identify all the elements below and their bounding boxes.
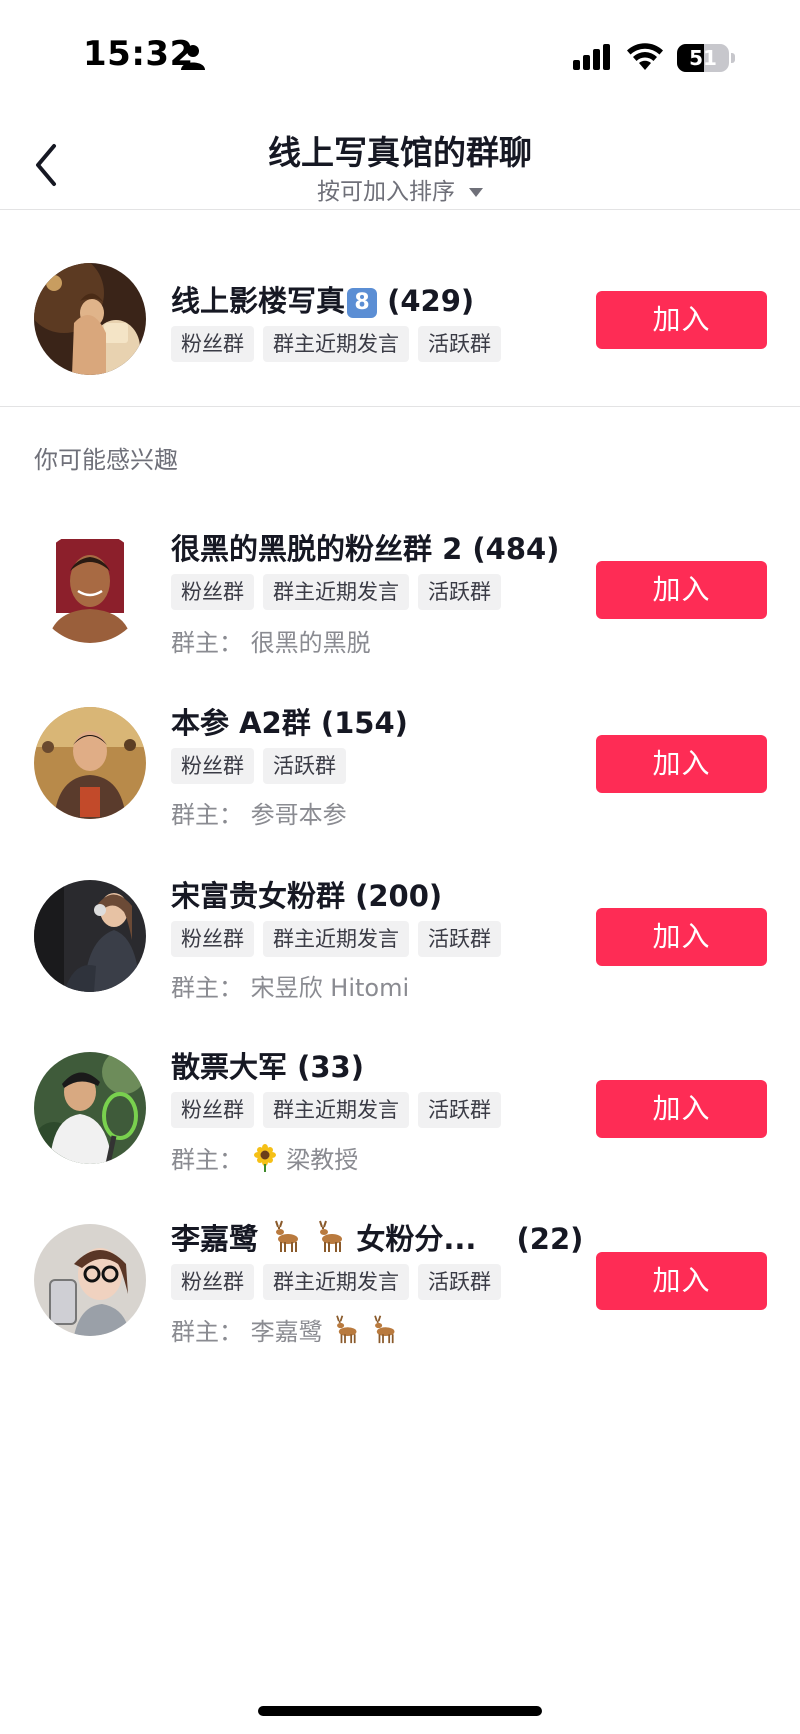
tag: 粉丝群 [171,921,254,957]
join-button[interactable]: 加入 [596,1080,767,1138]
tag-list: 粉丝群 群主近期发言 活跃群 [171,921,501,957]
join-button[interactable]: 加入 [596,735,767,793]
tag: 粉丝群 [171,326,254,362]
deer-icon [336,1315,357,1344]
avatar [34,880,146,992]
battery-level: 51 [689,46,717,70]
status-bar: 15:32 51 [0,0,800,110]
sunflower-icon [253,1144,276,1172]
battery-icon: 51 [677,44,735,72]
list-item[interactable]: 宋富贵女粉群 (200) 粉丝群 群主近期发言 活跃群 群主： 宋昱欣 Hito… [0,844,800,1016]
tag: 群主近期发言 [263,1092,409,1128]
deer-icon [275,1220,299,1252]
member-count: (484) [472,532,560,566]
nav-bar: 线上写真馆的群聊 按可加入排序 [0,110,800,210]
tag-list: 粉丝群 群主近期发言 活跃群 [171,1264,501,1300]
group-name: 散票大军 (33) [171,1050,364,1084]
deer-icon [374,1315,395,1344]
avatar [34,1052,146,1164]
group-name: 线上影楼写真 8 (429) [171,284,475,318]
tag: 活跃群 [418,1092,501,1128]
tag: 活跃群 [418,574,501,610]
join-button[interactable]: 加入 [596,908,767,966]
tag: 粉丝群 [171,748,254,784]
number-badge: 8 [347,288,378,318]
group-owner: 群主： 梁教授 [171,1144,359,1174]
member-count: (429) [387,284,475,318]
caret-down-icon [469,188,483,197]
tag: 活跃群 [418,326,501,362]
group-owner: 群主： 很黑的黑脱 [171,629,371,657]
group-name: 李嘉鹭 女粉分... (22) [171,1216,583,1258]
avatar [34,531,146,643]
group-name: 宋富贵女粉群 (200) [171,879,443,913]
sort-label: 按可加入排序 [317,179,455,205]
join-button[interactable]: 加入 [596,1252,767,1310]
group-owner: 群主： 参哥本参 [171,801,347,829]
list-item[interactable]: 散票大军 (33) 粉丝群 群主近期发言 活跃群 群主： 梁教授 加入 [0,1016,800,1188]
tag: 粉丝群 [171,574,254,610]
person-icon [181,45,205,70]
signal-icon [573,44,610,70]
tag: 粉丝群 [171,1092,254,1128]
group-name: 很黑的黑脱的粉丝群 2 (484) [171,532,560,566]
group-name: 本参 A2群 (154) [171,706,408,740]
tag: 活跃群 [418,1264,501,1300]
tag: 粉丝群 [171,1264,254,1300]
tag: 群主近期发言 [263,574,409,610]
list-item[interactable]: 本参 A2群 (154) 粉丝群 活跃群 群主： 参哥本参 加入 [0,672,800,844]
tag: 群主近期发言 [263,326,409,362]
avatar [34,1224,146,1336]
tag-list: 粉丝群 活跃群 [171,748,346,784]
member-count: (154) [320,706,408,740]
tag-list: 粉丝群 群主近期发言 活跃群 [171,326,501,362]
tag: 活跃群 [418,921,501,957]
list-item-top-group[interactable]: 线上影楼写真 8 (429) 粉丝群 群主近期发言 活跃群 加入 [0,210,800,406]
avatar [34,263,146,375]
list-item[interactable]: 李嘉鹭 女粉分... (22) 粉丝群 群主近期发言 活跃群 群主： 李嘉鹭 加… [0,1188,800,1360]
join-button[interactable]: 加入 [596,561,767,619]
tag: 活跃群 [263,748,346,784]
page-title: 线上写真馆的群聊 [268,133,532,172]
group-owner: 群主： 李嘉鹭 [171,1312,398,1347]
member-count: (200) [355,879,443,913]
list-item[interactable]: 很黑的黑脱的粉丝群 2 (484) 粉丝群 群主近期发言 活跃群 群主： 很黑的… [0,500,800,672]
sort-selector[interactable]: 按可加入排序 [0,172,800,206]
deer-icon [319,1220,343,1252]
tag: 群主近期发言 [263,921,409,957]
tag: 群主近期发言 [263,1264,409,1300]
status-time: 15:32 [83,34,194,74]
member-count: (22) [516,1222,584,1256]
tag-list: 粉丝群 群主近期发言 活跃群 [171,574,501,610]
group-owner: 群主： 宋昱欣 Hitomi [171,974,410,1002]
join-button[interactable]: 加入 [596,291,767,349]
home-indicator[interactable] [258,1706,542,1716]
tag-list: 粉丝群 群主近期发言 活跃群 [171,1092,501,1128]
member-count: (33) [297,1050,364,1084]
avatar [34,707,146,819]
divider [0,406,800,407]
wifi-icon [627,43,663,70]
section-title: 你可能感兴趣 [34,446,178,474]
